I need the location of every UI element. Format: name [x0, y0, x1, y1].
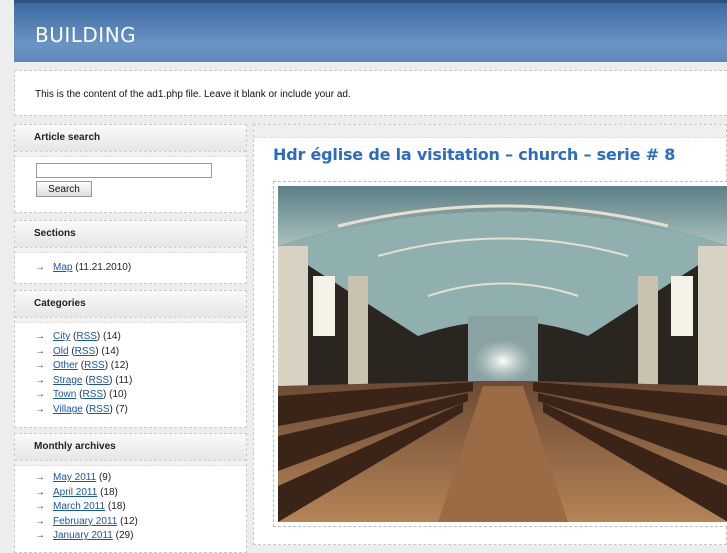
categories-list: → City (RSS) (14) → Old (RSS) (14) → Other … — [35, 330, 246, 418]
rss-link[interactable]: RSS — [89, 404, 110, 415]
list-item: → Map (11.21.2010) — [35, 261, 246, 276]
site-header: BUILDING — [14, 0, 727, 62]
arrow-right-icon: → — [35, 262, 45, 273]
list-item: → January 2011 (29) — [35, 529, 246, 544]
rss-link[interactable]: RSS — [82, 389, 103, 400]
arrow-right-icon: → — [35, 331, 45, 342]
list-item: → City (RSS) (14) — [35, 330, 246, 345]
arrow-right-icon: → — [35, 374, 45, 386]
search-button[interactable]: Search — [36, 181, 92, 197]
categories-box: Categories → City (RSS) (14) → Old (RSS) (… — [14, 290, 247, 428]
archive-link[interactable]: April 2011 — [53, 487, 97, 498]
list-item: → Strage (RSS) (11) — [35, 374, 246, 389]
box-divider — [254, 125, 726, 138]
category-count: (10) — [109, 389, 127, 401]
archives-list: → May 2011 (9) → April 2011 (18) → March 20… — [35, 471, 246, 544]
category-count: (7) — [115, 403, 128, 415]
arrow-right-icon: → — [35, 530, 45, 542]
category-link[interactable]: Village — [53, 404, 83, 415]
list-item: → Other (RSS) (12) — [35, 359, 246, 374]
monthly-archives-heading: Monthly archives — [15, 434, 246, 461]
category-link[interactable]: Other — [53, 360, 78, 371]
ad-banner: This is the content of the ad1.php file.… — [14, 70, 727, 116]
sections-list: → Map (11.21.2010) — [35, 261, 246, 276]
archive-link[interactable]: March 2011 — [53, 501, 105, 512]
list-item: → April 2011 (18) — [35, 486, 246, 501]
category-link[interactable]: Old — [53, 346, 69, 357]
section-date: (11.21.2010) — [75, 262, 132, 273]
categories-heading: Categories — [15, 291, 246, 318]
list-item: → Town (RSS) (10) — [35, 388, 246, 403]
arrow-right-icon: → — [35, 515, 45, 527]
section-link-map[interactable]: Map — [53, 262, 72, 273]
rss-link[interactable]: RSS — [84, 360, 105, 371]
list-item: → Village (RSS) (7) — [35, 403, 246, 418]
arrow-right-icon: → — [35, 403, 45, 415]
main-content: Hdr église de la visitation – church – s… — [253, 124, 727, 545]
church-photo-illustration — [278, 186, 727, 522]
search-input[interactable] — [36, 163, 212, 178]
arrow-right-icon: → — [35, 360, 45, 372]
arrow-right-icon: → — [35, 486, 45, 498]
arrow-right-icon: → — [35, 501, 45, 513]
post-image-frame — [273, 181, 727, 527]
archive-link[interactable]: February 2011 — [53, 516, 117, 527]
ad-text: This is the content of the ad1.php file.… — [35, 89, 351, 100]
category-count: (12) — [110, 360, 129, 372]
archive-count: (29) — [115, 530, 134, 542]
church-interior-image[interactable] — [278, 186, 727, 522]
category-link[interactable]: Town — [53, 389, 76, 400]
rss-link[interactable]: RSS — [76, 331, 97, 342]
archive-link[interactable]: May 2011 — [53, 472, 96, 483]
article-search-box: Article search Search — [14, 124, 247, 213]
list-item: → March 2011 (18) — [35, 500, 246, 515]
post-title[interactable]: Hdr église de la visitation – church – s… — [273, 145, 675, 164]
archive-link[interactable]: January 2011 — [53, 530, 113, 541]
arrow-right-icon: → — [35, 389, 45, 401]
article-search-heading: Article search — [15, 125, 246, 152]
sections-heading: Sections — [15, 221, 246, 248]
arrow-right-icon: → — [35, 472, 45, 483]
archive-count: (18) — [107, 501, 126, 513]
list-item: → May 2011 (9) — [35, 471, 246, 486]
category-link[interactable]: City — [53, 331, 70, 342]
category-count: (11) — [115, 374, 133, 386]
monthly-archives-box: Monthly archives → May 2011 (9) → April 20… — [14, 433, 247, 553]
category-link[interactable]: Strage — [53, 375, 82, 386]
category-count: (14) — [101, 345, 120, 357]
list-item: → February 2011 (12) — [35, 515, 246, 530]
archive-count: (18) — [100, 486, 118, 498]
rss-link[interactable]: RSS — [75, 346, 96, 357]
archive-count: (12) — [120, 515, 138, 527]
list-item: → Old (RSS) (14) — [35, 345, 246, 360]
site-title[interactable]: BUILDING — [35, 23, 136, 47]
archive-count: (9) — [98, 472, 112, 483]
arrow-right-icon: → — [35, 345, 45, 357]
sections-box: Sections → Map (11.21.2010) — [14, 220, 247, 284]
category-count: (14) — [103, 331, 121, 342]
rss-link[interactable]: RSS — [89, 375, 110, 386]
